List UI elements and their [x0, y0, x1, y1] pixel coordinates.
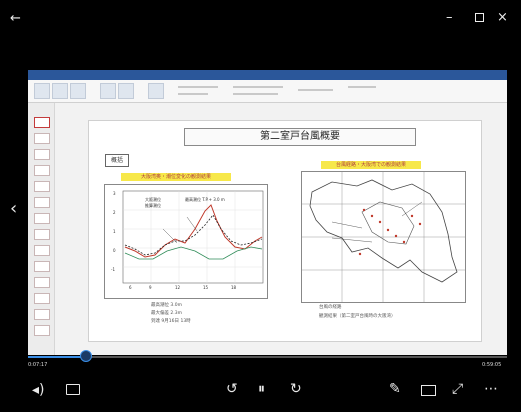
right-note-1: 台風の経路 [319, 305, 342, 310]
svg-text:15: 15 [203, 285, 209, 290]
bottom-note-1: 最高潮位 3.0m [151, 303, 182, 308]
left-caption: 大阪湾奥・潮位変化の観測結果 [121, 173, 231, 181]
chart-annotation: 最高潮位 T.P.+ 3.0 m [185, 197, 225, 202]
more-icon[interactable]: ⋯ [484, 382, 498, 396]
svg-text:18: 18 [231, 285, 237, 290]
forward-icon[interactable]: ↻ [290, 382, 302, 396]
svg-text:3: 3 [113, 191, 116, 196]
back-arrow-icon[interactable]: ← [10, 12, 21, 25]
fullscreen-icon[interactable]: ⤢ [452, 382, 463, 396]
time-total: 0:59:05 [482, 362, 502, 368]
svg-text:12: 12 [175, 285, 181, 290]
screen-mode-icon[interactable] [421, 385, 436, 396]
subtitles-icon[interactable] [66, 384, 80, 395]
video-frame: 第二室戸台風概要 概括 大阪湾奥・潮位変化の観測結果 3 2 1 0 -1 6 … [28, 70, 507, 355]
time-elapsed: 0:07:17 [28, 362, 48, 368]
svg-text:6: 6 [129, 285, 132, 290]
svg-text:9: 9 [149, 285, 152, 290]
maximize-icon[interactable] [475, 13, 484, 22]
ribbon-toolbar [28, 80, 507, 103]
svg-text:0: 0 [113, 248, 116, 253]
typhoon-map [302, 172, 465, 302]
close-icon[interactable]: × [497, 11, 508, 24]
rewind-icon[interactable]: ↺ [226, 382, 238, 396]
slide-thumbnail-pane [28, 103, 55, 355]
svg-text:1: 1 [113, 229, 116, 234]
volume-icon[interactable]: ◂) [32, 383, 45, 397]
progress-handle[interactable] [80, 350, 93, 362]
typhoon-map-panel [301, 171, 466, 303]
slide-title: 第二室戸台風概要 [184, 128, 416, 146]
legend-item-2: 推算潮位 [145, 203, 161, 208]
pen-icon[interactable]: ✎ [389, 382, 401, 396]
svg-text:-1: -1 [111, 267, 115, 272]
section-label: 概括 [105, 154, 129, 167]
pause-icon[interactable]: ⏸ [258, 382, 265, 396]
window-top-bar: ← – × [0, 0, 521, 40]
chevron-left-icon[interactable]: ‹ [10, 200, 17, 218]
bottom-note-3: 到達 9月16日 13時 [151, 319, 191, 324]
progress-track[interactable] [28, 356, 507, 358]
svg-text:2: 2 [113, 210, 116, 215]
ribbon-tabs [28, 70, 507, 80]
right-caption: 台風経路・大阪湾での観測結果 [321, 161, 421, 169]
minimize-icon[interactable]: – [446, 11, 453, 24]
progress-fill [28, 356, 86, 358]
bottom-note-2: 最大偏差 2.3m [151, 311, 182, 316]
presentation-slide: 第二室戸台風概要 概括 大阪湾奥・潮位変化の観測結果 3 2 1 0 -1 6 … [88, 120, 482, 342]
right-note-2: 観測結果（第二室戸台風時の大阪湾） [319, 314, 396, 319]
tide-chart-panel: 3 2 1 0 -1 6 9 12 15 18 大阪潮位 推算潮位 最高潮位 T.P.+ 3.0… [104, 184, 268, 299]
